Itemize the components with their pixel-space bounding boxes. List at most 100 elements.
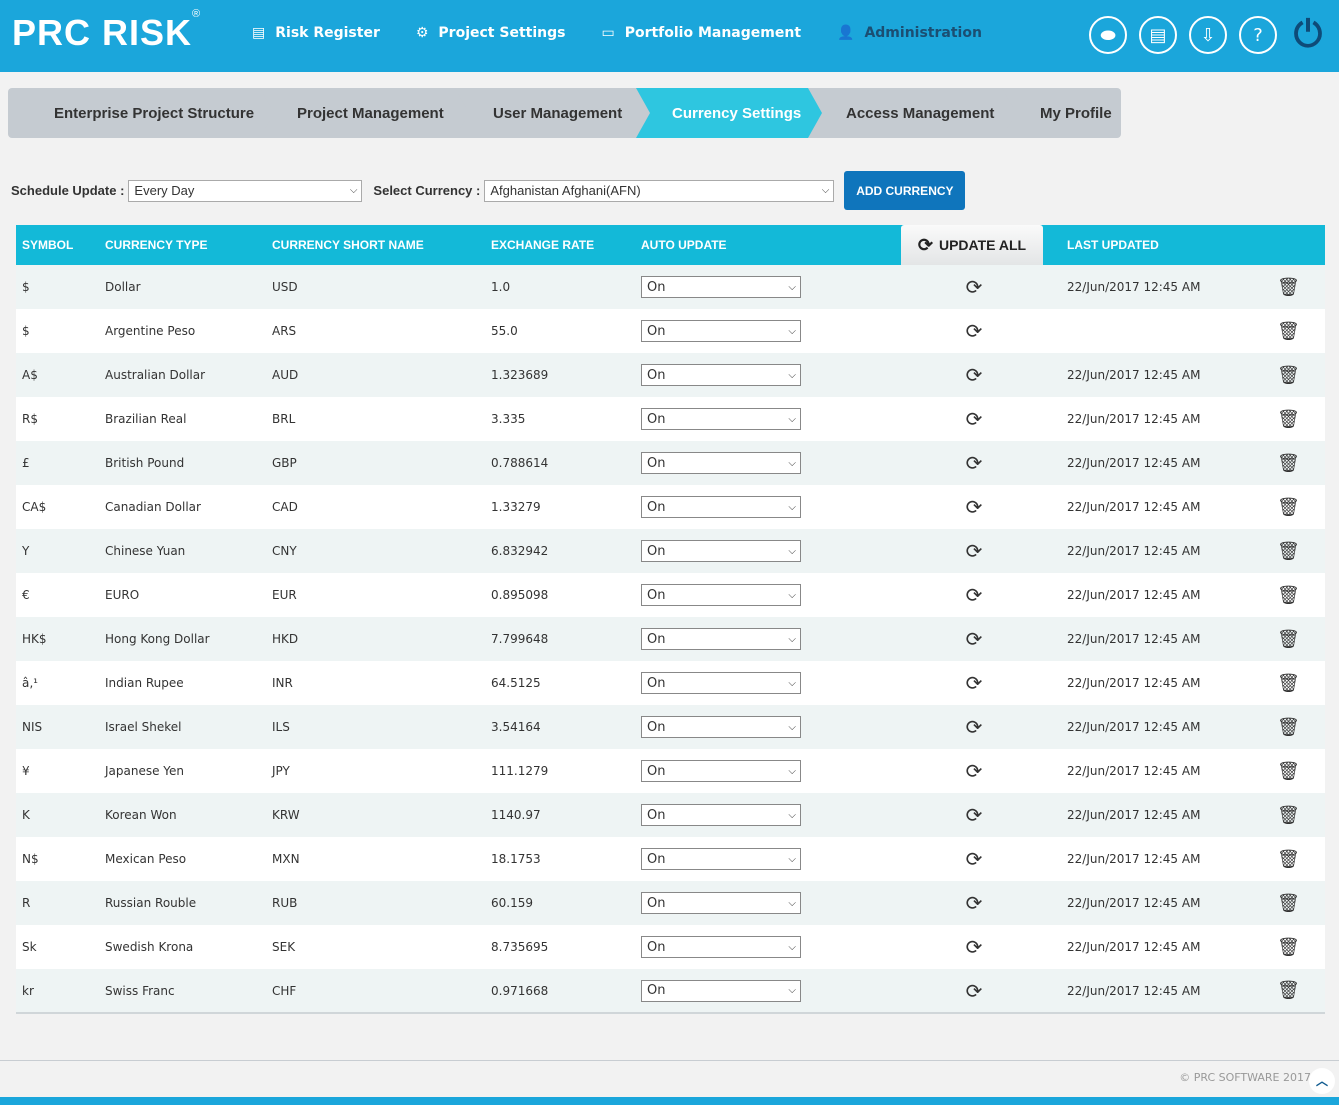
scroll-top-button[interactable]: ︿: [1309, 1068, 1335, 1094]
trash-icon[interactable]: 🗑: [1277, 585, 1300, 606]
refresh-icon[interactable]: ⟳: [959, 627, 989, 651]
trash-icon[interactable]: 🗑: [1277, 629, 1300, 650]
refresh-icon[interactable]: ⟳: [959, 891, 989, 915]
refresh-icon[interactable]: ⟳: [959, 759, 989, 783]
refresh-icon[interactable]: ⟳: [959, 495, 989, 519]
trash-icon[interactable]: 🗑: [1277, 453, 1300, 474]
chevron-down-icon: ⌵: [788, 589, 796, 601]
auto-update-select[interactable]: On ⌵: [641, 320, 801, 342]
refresh-icon[interactable]: ⟳: [959, 319, 989, 343]
nav-risk-register[interactable]: ▤ Risk Register: [252, 25, 380, 41]
refresh-cell: ⟳: [901, 485, 1061, 529]
trash-icon[interactable]: 🗑: [1277, 277, 1300, 298]
auto-update-select[interactable]: On ⌵: [641, 408, 801, 430]
refresh-icon[interactable]: ⟳: [959, 847, 989, 871]
refresh-icon[interactable]: ⟳: [959, 363, 989, 387]
add-currency-button[interactable]: ADD CURRENCY: [844, 171, 966, 210]
last-updated: 22/Jun/2017 12:45 AM: [1061, 925, 1261, 969]
delete-cell: 🗑: [1261, 529, 1325, 573]
auto-update-select[interactable]: On ⌵: [641, 892, 801, 914]
delete-cell: 🗑: [1261, 353, 1325, 397]
auto-update-select[interactable]: On ⌵: [641, 628, 801, 650]
auto-update-cell: On ⌵: [635, 969, 901, 1014]
exchange-rate: 0.788614: [485, 441, 635, 485]
auto-update-select[interactable]: On ⌵: [641, 364, 801, 386]
power-icon[interactable]: ⏻: [1289, 14, 1327, 55]
auto-update-select[interactable]: On ⌵: [641, 452, 801, 474]
trash-icon[interactable]: 🗑: [1277, 805, 1300, 826]
help-icon[interactable]: ?: [1239, 16, 1277, 54]
auto-update-select[interactable]: On ⌵: [641, 276, 801, 298]
nav-administration[interactable]: 👤 Administration: [837, 25, 982, 41]
inbox-download-icon[interactable]: ⇩: [1189, 16, 1227, 54]
auto-update-value: On: [647, 543, 666, 559]
trash-icon[interactable]: 🗑: [1277, 849, 1300, 870]
short-name: CNY: [266, 529, 485, 573]
tab-currency-settings[interactable]: Currency Settings: [636, 88, 822, 138]
trash-icon[interactable]: 🗑: [1277, 541, 1300, 562]
auto-update-select[interactable]: On ⌵: [641, 760, 801, 782]
auto-update-select[interactable]: On ⌵: [641, 584, 801, 606]
last-updated: 22/Jun/2017 12:45 AM: [1061, 397, 1261, 441]
auto-update-select[interactable]: On ⌵: [641, 496, 801, 518]
currency-type: Russian Rouble: [99, 881, 266, 925]
trash-icon[interactable]: 🗑: [1277, 409, 1300, 430]
last-updated: 22/Jun/2017 12:45 AM: [1061, 485, 1261, 529]
chevron-down-icon: ⌵: [788, 413, 796, 425]
auto-update-select[interactable]: On ⌵: [641, 716, 801, 738]
refresh-icon[interactable]: ⟳: [959, 583, 989, 607]
auto-update-select[interactable]: On ⌵: [641, 540, 801, 562]
nav-portfolio-management[interactable]: ▭ Portfolio Management: [601, 25, 801, 41]
table-row: € EURO EUR 0.895098 On ⌵ ⟳ 22/Jun/2017 12:45 AM…: [16, 573, 1325, 617]
tab-enterprise-project-structure[interactable]: Enterprise Project Structure: [8, 88, 274, 138]
chevron-down-icon: ⌵: [788, 633, 796, 645]
calendar-download-icon[interactable]: ▤: [1139, 16, 1177, 54]
trash-icon[interactable]: 🗑: [1277, 980, 1300, 1001]
nav-label: Risk Register: [275, 25, 380, 41]
update-all-button[interactable]: ⟳ UPDATE ALL: [901, 225, 1043, 265]
logo[interactable]: PRC RISK®: [12, 8, 201, 54]
trash-icon[interactable]: 🗑: [1277, 321, 1300, 342]
refresh-icon[interactable]: ⟳: [959, 539, 989, 563]
trash-icon[interactable]: 🗑: [1277, 673, 1300, 694]
footer-divider: [0, 1060, 1339, 1061]
auto-update-select[interactable]: On ⌵: [641, 804, 801, 826]
refresh-icon[interactable]: ⟳: [959, 407, 989, 431]
tab-user-management[interactable]: User Management: [455, 88, 650, 138]
refresh-icon[interactable]: ⟳: [959, 979, 989, 1003]
auto-update-value: On: [647, 851, 666, 867]
refresh-icon[interactable]: ⟳: [959, 935, 989, 959]
refresh-cell: ⟳: [901, 969, 1061, 1014]
refresh-icon: ⟳: [917, 234, 933, 255]
trash-icon[interactable]: 🗑: [1277, 717, 1300, 738]
tab-access-management[interactable]: Access Management: [808, 88, 1016, 138]
auto-update-select[interactable]: On ⌵: [641, 848, 801, 870]
select-currency-select[interactable]: Afghanistan Afghani(AFN) ⌵: [484, 179, 835, 202]
currency-type: Hong Kong Dollar: [99, 617, 266, 661]
auto-update-select[interactable]: On ⌵: [641, 979, 801, 1002]
trash-icon[interactable]: 🗑: [1277, 761, 1300, 782]
refresh-icon[interactable]: ⟳: [959, 715, 989, 739]
delete-cell: 🗑: [1261, 309, 1325, 353]
toggle-icon[interactable]: ⬬: [1089, 16, 1127, 54]
symbol: Y: [16, 529, 99, 573]
delete-cell: 🗑: [1261, 793, 1325, 837]
currency-type: Mexican Peso: [99, 837, 266, 881]
trash-icon[interactable]: 🗑: [1277, 365, 1300, 386]
last-updated: 22/Jun/2017 12:45 AM: [1061, 529, 1261, 573]
refresh-icon[interactable]: ⟳: [959, 275, 989, 299]
select-currency-value: Afghanistan Afghani(AFN): [490, 183, 641, 198]
auto-update-select[interactable]: On ⌵: [641, 936, 801, 958]
refresh-icon[interactable]: ⟳: [959, 671, 989, 695]
tab-my-profile[interactable]: My Profile: [1002, 88, 1121, 138]
schedule-update-select[interactable]: Every Day ⌵: [128, 179, 363, 202]
trash-icon[interactable]: 🗑: [1277, 497, 1300, 518]
refresh-icon[interactable]: ⟳: [959, 451, 989, 475]
trash-icon[interactable]: 🗑: [1277, 893, 1300, 914]
nav-project-settings[interactable]: ⚙ Project Settings: [416, 25, 566, 41]
tab-project-management[interactable]: Project Management: [260, 88, 469, 138]
trash-icon[interactable]: 🗑: [1277, 937, 1300, 958]
refresh-icon[interactable]: ⟳: [959, 803, 989, 827]
auto-update-select[interactable]: On ⌵: [641, 672, 801, 694]
delete-cell: 🗑: [1261, 573, 1325, 617]
